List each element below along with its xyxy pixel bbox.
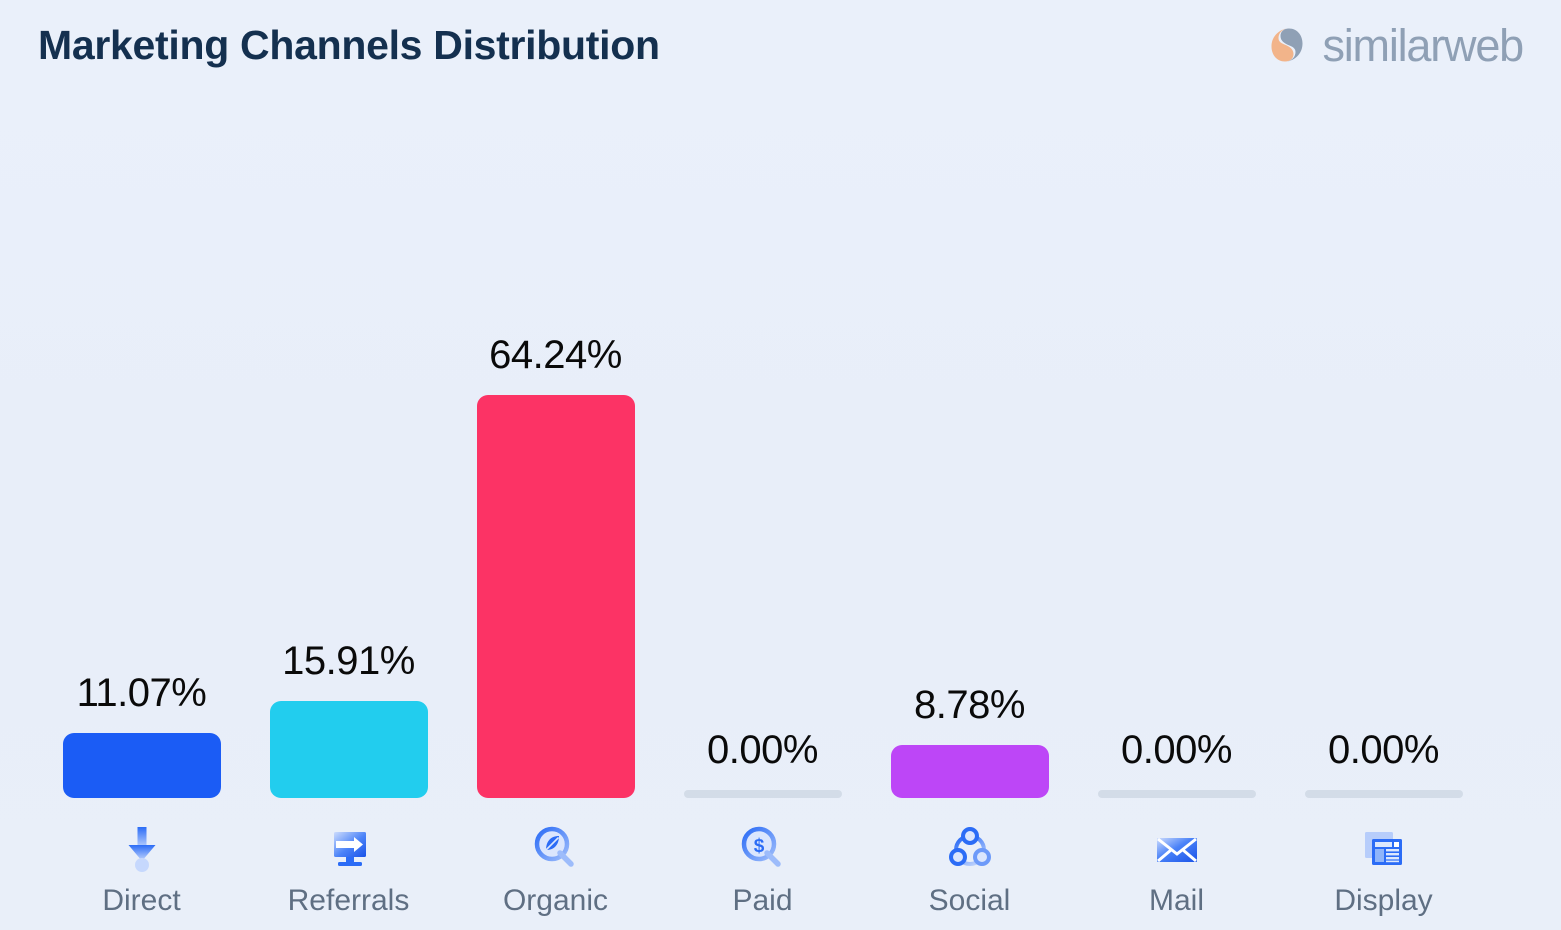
axis-block-mail: Mail (1073, 798, 1280, 930)
bar-value-referrals: 15.91% (282, 639, 415, 683)
bar-column-direct[interactable]: 11.07% Direct (38, 100, 245, 930)
bar-zone: 0.00% (659, 100, 866, 798)
bar-value-mail: 0.00% (1121, 728, 1232, 772)
paid-search-dollar-icon: $ (734, 820, 792, 878)
direct-download-arrow-icon (113, 820, 171, 878)
bar-value-organic: 64.24% (489, 333, 622, 377)
axis-label-referrals: Referrals (287, 884, 410, 917)
display-ad-banner-icon (1355, 820, 1413, 878)
marketing-channels-bar-chart: 11.07% Direct 15.91% Referrals 64.24% Or… (0, 0, 1561, 930)
bar-direct[interactable] (62, 733, 221, 798)
axis-block-social: Social (866, 798, 1073, 930)
bar-paid[interactable] (683, 790, 842, 798)
bar-display[interactable] (1304, 790, 1463, 798)
bar-column-display[interactable]: 0.00% Display (1280, 100, 1487, 930)
bar-column-organic[interactable]: 64.24% Organic (452, 100, 659, 930)
mail-envelope-icon (1148, 820, 1206, 878)
bar-zone: 0.00% (1280, 100, 1487, 798)
bar-columns: 11.07% Direct 15.91% Referrals 64.24% Or… (38, 100, 1523, 930)
chart-page: Marketing Channels Distribution similarw… (0, 0, 1561, 930)
bar-column-social[interactable]: 8.78% Social (866, 100, 1073, 930)
axis-label-social: Social (928, 884, 1011, 917)
axis-block-paid: $ Paid (659, 798, 866, 930)
bar-social[interactable] (890, 745, 1049, 798)
bar-column-paid[interactable]: 0.00% $ Paid (659, 100, 866, 930)
bar-zone: 64.24% (452, 100, 659, 798)
bar-referrals[interactable] (269, 701, 428, 798)
bar-zone: 8.78% (866, 100, 1073, 798)
axis-label-organic: Organic (502, 884, 609, 917)
bar-value-direct: 11.07% (76, 671, 207, 715)
axis-label-direct: Direct (102, 884, 181, 917)
bar-zone: 0.00% (1073, 100, 1280, 798)
bar-column-referrals[interactable]: 15.91% Referrals (245, 100, 452, 930)
bar-value-paid: 0.00% (707, 728, 818, 772)
axis-block-display: Display (1280, 798, 1487, 930)
bar-zone: 11.07% (38, 100, 245, 798)
referrals-monitor-arrow-icon (320, 820, 378, 878)
bar-value-social: 8.78% (914, 683, 1025, 727)
organic-search-leaf-icon (527, 820, 585, 878)
axis-label-paid: Paid (732, 884, 793, 917)
bar-organic[interactable] (476, 395, 635, 798)
axis-block-organic: Organic (452, 798, 659, 930)
bar-column-mail[interactable]: 0.00% Mail (1073, 100, 1280, 930)
social-share-nodes-icon (941, 820, 999, 878)
axis-label-display: Display (1334, 884, 1433, 917)
axis-block-direct: Direct (38, 798, 245, 930)
svg-text:$: $ (753, 836, 764, 857)
bar-zone: 15.91% (245, 100, 452, 798)
axis-label-mail: Mail (1148, 884, 1204, 917)
bar-mail[interactable] (1097, 790, 1256, 798)
bar-value-display: 0.00% (1328, 728, 1439, 772)
axis-block-referrals: Referrals (245, 798, 452, 930)
